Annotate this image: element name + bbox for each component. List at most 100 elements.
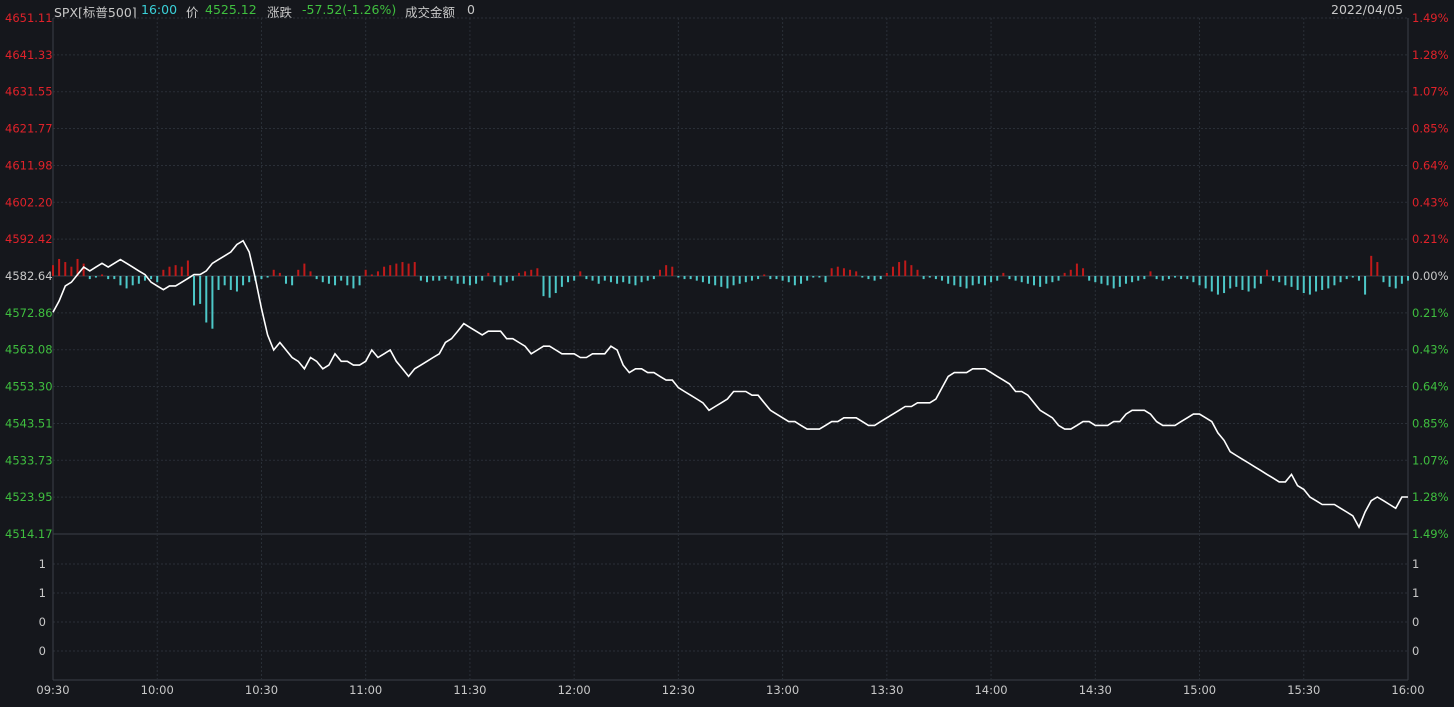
down-bar [941,276,944,281]
up-bar [1149,271,1152,276]
down-bar [327,276,330,284]
up-bar [517,272,520,276]
down-bar [1400,276,1403,284]
up-bar [830,268,833,276]
volume-tick-label-right: 1 [1412,557,1419,571]
down-bar [934,276,937,280]
down-bar [1247,276,1250,292]
down-bar [1210,276,1213,292]
down-bar [585,276,588,280]
down-bar [248,276,251,283]
down-bar [990,276,993,283]
down-bar [695,276,698,281]
down-bar [1106,276,1109,286]
down-bar [1167,276,1170,280]
down-bar [1382,276,1385,283]
down-bar [291,276,294,286]
down-bar [88,276,91,280]
down-bar [1143,276,1146,280]
down-bar [1155,276,1158,280]
down-bar [652,276,655,280]
down-bar [548,276,551,298]
down-bar [1174,276,1177,278]
up-bar [1075,263,1078,276]
down-bar [1008,276,1011,280]
down-bar [1259,276,1262,284]
down-bar [229,276,232,290]
down-bar [481,276,484,281]
down-bar [1407,276,1409,281]
volume-tick-label-right: 0 [1412,644,1419,658]
down-bar [1204,276,1207,289]
up-bar [1082,268,1085,276]
down-bar [622,276,625,283]
down-bar [1026,276,1029,284]
down-bar [818,276,821,278]
down-bar [1235,276,1238,287]
up-bar [272,269,275,276]
down-bar [750,276,753,281]
down-bar [928,276,931,278]
up-bar [487,272,490,276]
down-bar [426,276,429,283]
percent-tick-label: 0.85% [1412,122,1449,136]
price-tick-label: 4602.20 [5,195,53,209]
up-bar [579,271,582,276]
down-bar [738,276,741,284]
price-tick-label: 4563.08 [5,343,53,357]
up-bar [910,265,913,276]
down-bar [1180,276,1183,280]
percent-axis-labels: 1.49% 1.28% 1.07% 0.85% 0.64% 0.43% 0.21% 0.00%… [1412,11,1449,541]
down-bar [1124,276,1127,284]
down-bar [646,276,649,281]
up-bar [1265,269,1268,276]
down-bar [977,276,980,284]
down-bar [971,276,974,286]
down-bar [1051,276,1054,283]
time-axis-labels: 09:30 10:00 10:30 11:00 11:30 12:00 12:30 13:00… [36,683,1424,697]
up-bar [395,263,398,276]
down-bar [1118,276,1121,287]
down-bar [573,276,576,281]
down-bar [775,276,778,280]
intraday-chart: 4651.11 4641.33 4631.55 4621.77 4611.98 4602.… [5,11,1449,697]
down-bar [1321,276,1324,290]
down-bar [94,276,97,278]
down-bar [125,276,128,289]
percent-tick-label: 0.00% [1412,269,1449,283]
up-bar [1002,272,1005,276]
down-bar [1364,276,1367,295]
percent-tick-label: 1.07% [1412,453,1449,467]
down-bar [438,276,441,281]
time-tick-label: 10:00 [141,683,174,697]
down-bar [769,276,772,280]
up-bar [916,269,919,276]
price-tick-label: 4592.42 [5,232,53,246]
down-bar [1357,276,1360,281]
up-bar [891,266,894,276]
down-bar [701,276,704,283]
down-bar [1278,276,1281,283]
down-bar [714,276,717,286]
down-bar [119,276,122,286]
price-tick-label: 4621.77 [5,122,53,136]
up-bar [836,266,839,276]
down-bar [922,276,925,280]
down-bar [879,276,882,280]
up-bar [658,269,661,276]
volume-tick-label: 0 [39,615,46,629]
down-bar [284,276,287,284]
percent-tick-label: 0.85% [1412,416,1449,430]
down-bar [358,276,361,286]
up-bar [82,263,85,276]
down-bar [1327,276,1330,289]
down-bar [475,276,478,284]
down-bar [1241,276,1244,290]
time-tick-label: 14:30 [1079,683,1112,697]
up-bar [763,274,766,276]
down-bar [315,276,318,280]
price-axis-labels: 4651.11 4641.33 4631.55 4621.77 4611.98 4602.… [5,11,53,541]
up-bar [524,271,527,276]
up-bar [364,269,367,276]
down-bar [1100,276,1103,284]
